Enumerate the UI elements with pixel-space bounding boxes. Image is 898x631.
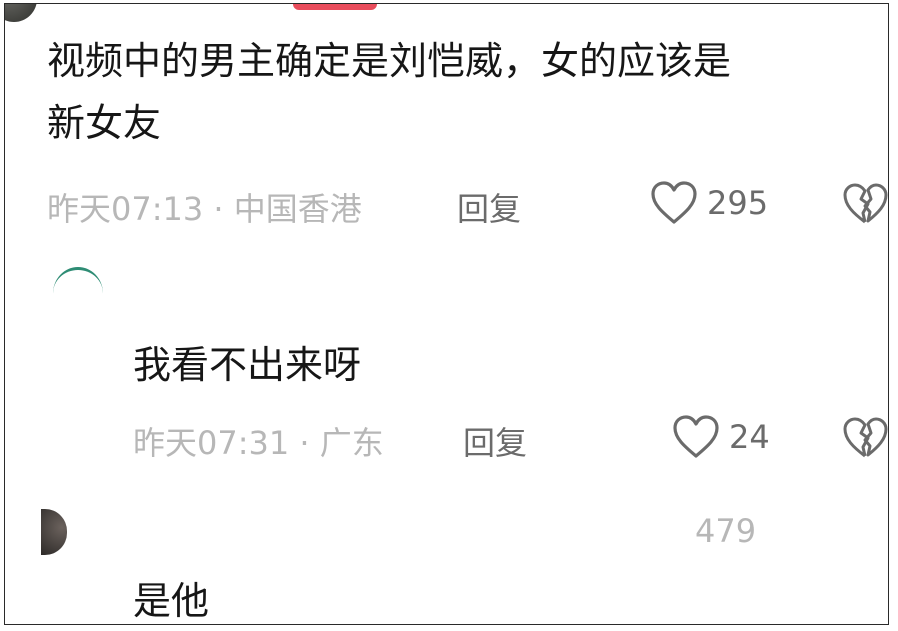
avatar[interactable]	[41, 509, 67, 555]
comment-text-line: 视频中的男主确定是刘恺威，女的应该是	[47, 39, 732, 83]
comment-text: 我看不出来呀	[133, 334, 361, 396]
reply-button[interactable]: 回复	[463, 418, 527, 464]
broken-heart-icon	[841, 183, 888, 230]
like-button[interactable]: 24	[671, 414, 770, 460]
comment-list: 视频中的男主确定是刘恺威，女的应该是 新女友 昨天07:13 · 中国香港 回复…	[4, 3, 889, 625]
dislike-button[interactable]	[841, 182, 888, 230]
like-count: 479	[695, 512, 757, 550]
heart-outline-icon	[649, 180, 699, 226]
comment-meta: 昨天07:13 · 中国香港	[47, 190, 362, 228]
comment-meta: 昨天07:31 · 广东	[133, 424, 384, 462]
heart-outline-icon	[671, 414, 721, 460]
avatar[interactable]	[53, 267, 103, 327]
like-button[interactable]: 295	[649, 180, 768, 226]
like-count: 295	[707, 184, 769, 222]
broken-heart-icon	[841, 417, 888, 464]
dislike-button[interactable]	[841, 416, 888, 464]
comment-text-line: 是他	[133, 579, 210, 623]
comment-text-line: 我看不出来呀	[133, 343, 362, 387]
user-badge	[293, 4, 377, 10]
comment-text: 是他	[133, 570, 210, 624]
comment-text-line: 新女友	[47, 101, 162, 145]
avatar[interactable]	[5, 4, 37, 22]
comment-text: 视频中的男主确定是刘恺威，女的应该是 新女友	[47, 30, 731, 154]
like-count: 24	[729, 418, 770, 456]
reply-button[interactable]: 回复	[457, 184, 521, 230]
